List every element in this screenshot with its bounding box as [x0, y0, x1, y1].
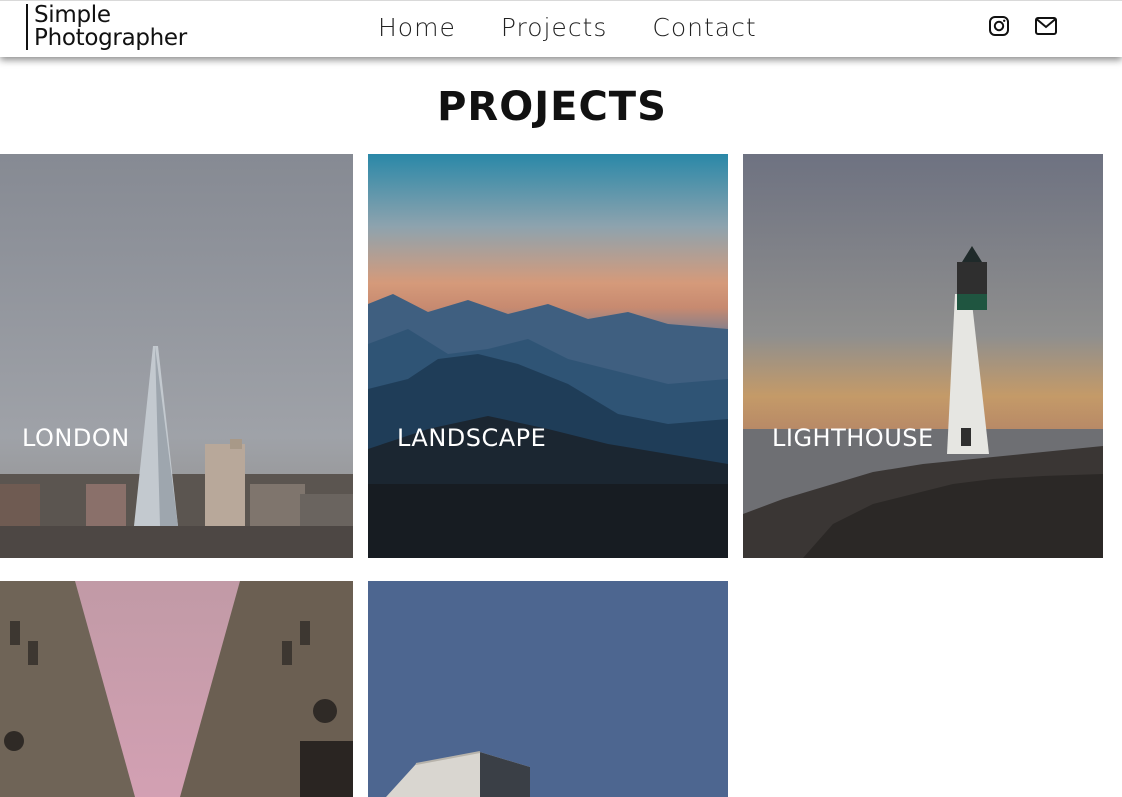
main-nav: Home Projects Contact	[378, 13, 757, 42]
lighthouse-photo	[743, 154, 1103, 558]
logo-line-2: Photographer	[34, 25, 187, 51]
project-card-5[interactable]	[368, 581, 728, 797]
project-card-lighthouse[interactable]: LIGHTHOUSE	[743, 154, 1103, 558]
project-card-landscape[interactable]: LANDSCAPE	[368, 154, 728, 558]
social-links	[988, 15, 1057, 37]
nav-home-link[interactable]: Home	[378, 13, 456, 42]
top-navbar: Simple Photographer Home Projects Contac…	[0, 0, 1122, 57]
building-photo	[368, 581, 728, 797]
instagram-icon[interactable]	[988, 15, 1010, 37]
project-label-london: LONDON	[22, 424, 130, 452]
site-logo[interactable]: Simple Photographer	[26, 4, 187, 50]
project-label-lighthouse: LIGHTHOUSE	[772, 424, 934, 452]
london-photo	[0, 154, 353, 558]
project-card-4[interactable]	[0, 581, 353, 797]
nav-contact-link[interactable]: Contact	[652, 13, 756, 42]
project-card-london[interactable]: LONDON	[0, 154, 353, 558]
landscape-photo	[368, 154, 728, 558]
mail-icon[interactable]	[1034, 15, 1057, 37]
project-label-landscape: LANDSCAPE	[397, 424, 547, 452]
logo-line-1: Simple	[34, 2, 111, 28]
street-photo	[0, 581, 353, 797]
nav-projects-link[interactable]: Projects	[501, 13, 608, 42]
page-title: PROJECTS	[437, 84, 667, 130]
